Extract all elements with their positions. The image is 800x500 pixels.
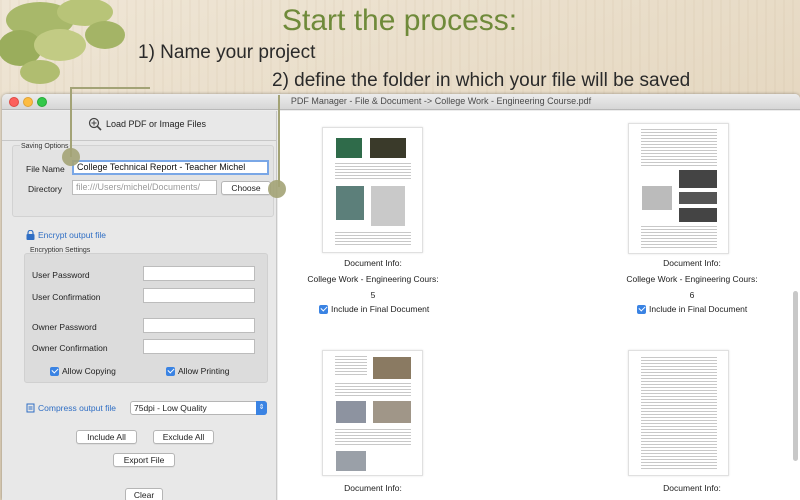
- page-image: [370, 138, 406, 158]
- page-image: [679, 192, 717, 204]
- callout-line-1: [70, 87, 72, 157]
- plant-decoration: [0, 0, 125, 84]
- page-image: [336, 138, 362, 158]
- document-name: College Work - Engineering Cours:: [626, 274, 758, 284]
- allow-printing-label: Allow Printing: [178, 366, 230, 376]
- document-thumbnail[interactable]: [628, 123, 729, 254]
- checkbox-checked-icon: [166, 366, 175, 376]
- callout-line-1-horizontal: [70, 87, 150, 89]
- encryption-settings-legend: Encryption Settings: [30, 247, 91, 254]
- document-thumbnail[interactable]: [628, 350, 729, 476]
- page-text-lines: [641, 129, 717, 167]
- checkbox-checked-icon: [319, 304, 328, 314]
- user-confirmation-input[interactable]: [143, 288, 255, 303]
- page-text-lines: [335, 429, 411, 447]
- page-image: [679, 208, 717, 222]
- include-document-label: Include in Final Document: [649, 304, 748, 314]
- clear-button[interactable]: Clear: [125, 488, 163, 500]
- page-text-lines: [335, 232, 411, 246]
- zoom-plus-icon: [88, 117, 102, 131]
- page-image: [373, 401, 411, 423]
- encrypt-output-label: Encrypt output file: [38, 230, 107, 240]
- select-arrows-icon: ⇕: [256, 401, 267, 415]
- export-file-button[interactable]: Export File: [113, 453, 175, 467]
- allow-copying-label: Allow Copying: [62, 366, 116, 376]
- file-name-input[interactable]: College Technical Report - Teacher Miche…: [72, 160, 269, 175]
- choose-button[interactable]: Choose: [221, 181, 271, 195]
- callout-line-2: [278, 95, 280, 187]
- owner-password-input[interactable]: [143, 318, 255, 333]
- step2-text: 2) define the folder in which your file …: [272, 70, 691, 91]
- headline: Start the process:: [282, 4, 518, 37]
- compress-output-toggle[interactable]: Compress output file: [26, 403, 116, 413]
- callout-dot-2: [268, 180, 286, 198]
- page-image: [336, 451, 366, 471]
- window-title: PDF Manager - File & Document -> College…: [290, 96, 592, 106]
- compress-quality-select[interactable]: 75dpi - Low Quality ⇕: [130, 401, 267, 415]
- title-bar: PDF Manager - File & Document -> College…: [2, 94, 800, 110]
- document-thumbnail[interactable]: [322, 350, 423, 476]
- page-image: [373, 357, 411, 379]
- document-page-number: 6: [689, 290, 695, 300]
- options-panel: Load PDF or Image Files Saving Options F…: [2, 111, 277, 500]
- directory-input[interactable]: file:///Users/michel/Documents/: [72, 180, 217, 195]
- page-text-lines: [641, 226, 717, 248]
- load-files-button[interactable]: Load PDF or Image Files: [88, 115, 206, 133]
- owner-password-label: Owner Password: [32, 322, 97, 332]
- directory-label: Directory: [28, 184, 63, 194]
- owner-confirmation-label: Owner Confirmation: [32, 343, 108, 353]
- compress-output-label: Compress output file: [38, 403, 116, 413]
- page-image: [642, 186, 672, 210]
- load-files-label: Load PDF or Image Files: [106, 119, 207, 129]
- page-image: [336, 401, 366, 423]
- page-image: [371, 186, 405, 226]
- document-name: College Work - Engineering Cours:: [307, 274, 439, 284]
- allow-copying-checkbox[interactable]: Allow Copying: [50, 366, 116, 376]
- vertical-scrollbar[interactable]: [793, 291, 798, 461]
- include-document-checkbox[interactable]: Include in Final Document: [637, 304, 747, 314]
- owner-confirmation-input[interactable]: [143, 339, 255, 354]
- checkbox-checked-icon: [637, 304, 646, 314]
- file-name-label: File Name: [26, 164, 65, 174]
- document-info-label: Document Info:: [344, 483, 402, 493]
- page-text-lines: [335, 163, 411, 181]
- include-document-checkbox[interactable]: Include in Final Document: [319, 304, 429, 314]
- page-text-lines: [335, 356, 367, 376]
- callout-dot-1: [62, 148, 80, 166]
- user-password-input[interactable]: [143, 266, 255, 281]
- page-image: [336, 186, 364, 220]
- page-text-lines: [641, 357, 717, 469]
- checkbox-checked-icon: [50, 366, 59, 376]
- user-confirmation-label: User Confirmation: [32, 292, 101, 302]
- toolbar-divider: [2, 140, 276, 141]
- document-grid: Document Info: College Work - Engineerin…: [278, 111, 800, 500]
- document-info-label: Document Info:: [344, 258, 402, 268]
- compress-icon: [26, 403, 35, 413]
- exclude-all-button[interactable]: Exclude All: [153, 430, 214, 444]
- lock-icon: [26, 230, 35, 240]
- user-password-label: User Password: [32, 270, 90, 280]
- encrypt-output-toggle[interactable]: Encrypt output file: [26, 230, 106, 240]
- compress-quality-value: 75dpi - Low Quality: [134, 403, 207, 413]
- document-info-label: Document Info:: [663, 483, 721, 493]
- include-document-label: Include in Final Document: [331, 304, 430, 314]
- page-text-lines: [335, 383, 411, 397]
- include-all-button[interactable]: Include All: [76, 430, 137, 444]
- app-window: PDF Manager - File & Document -> College…: [2, 94, 800, 500]
- allow-printing-checkbox[interactable]: Allow Printing: [166, 366, 230, 376]
- page-image: [679, 170, 717, 188]
- document-info-label: Document Info:: [663, 258, 721, 268]
- document-page-number: 5: [370, 290, 376, 300]
- step1-text: 1) Name your project: [138, 42, 316, 63]
- saving-options-legend: Saving Options: [20, 143, 70, 150]
- document-thumbnail[interactable]: [322, 127, 423, 253]
